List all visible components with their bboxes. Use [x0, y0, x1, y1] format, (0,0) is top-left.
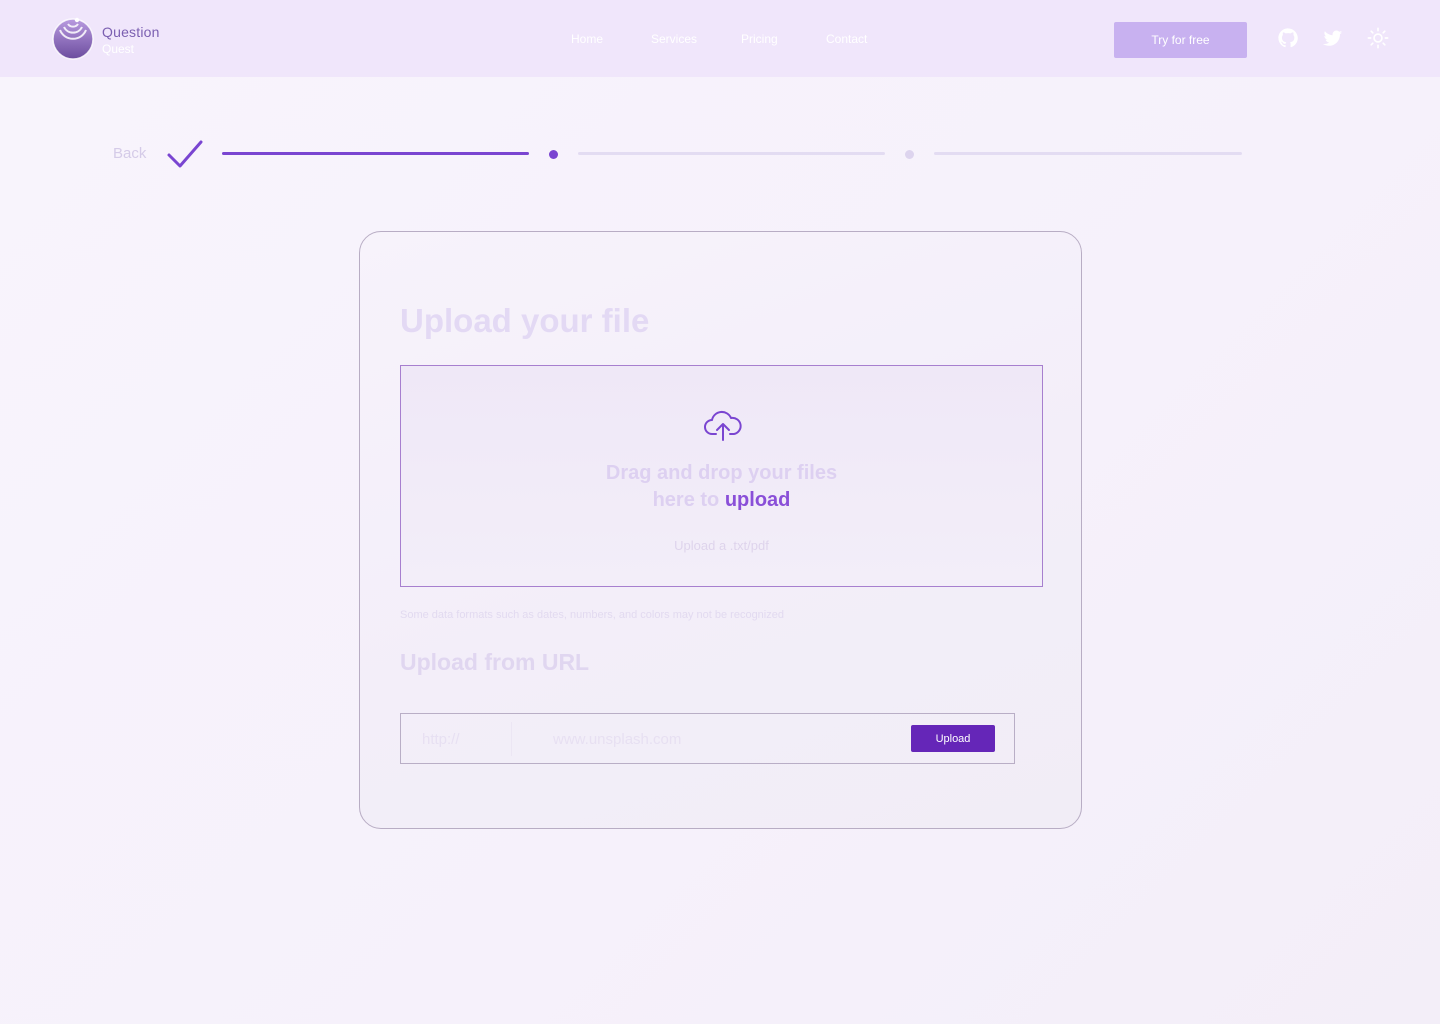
dropzone-instruction-prefix: here to: [652, 489, 725, 511]
upload-card: Upload your file Drag and drop your file…: [359, 231, 1082, 829]
logo-text-primary: Question: [102, 24, 160, 40]
url-protocol-prefix: http://: [422, 731, 460, 748]
dropzone-instruction: Drag and drop your files: [605, 462, 838, 484]
upload-link[interactable]: upload: [725, 489, 791, 511]
step-3-dot: [905, 150, 914, 159]
nav-home[interactable]: Home: [571, 32, 603, 46]
sun-icon[interactable]: [1367, 27, 1389, 49]
twitter-icon[interactable]: [1322, 27, 1344, 49]
nav-contact[interactable]: Contact: [826, 32, 867, 46]
logo[interactable]: Question Quest: [50, 14, 190, 62]
nav-services[interactable]: Services: [651, 32, 697, 46]
top-navbar: Question Quest Home Services Pricing Con…: [0, 0, 1440, 77]
github-icon[interactable]: [1277, 27, 1299, 49]
logo-text-secondary: Quest: [102, 42, 135, 56]
url-divider: [511, 722, 512, 756]
file-dropzone[interactable]: Drag and drop your files here to upload …: [400, 365, 1043, 587]
dropzone-instruction-line2: here to upload: [401, 489, 1042, 512]
step-2-dot: [549, 150, 558, 159]
upload-url-button[interactable]: Upload: [911, 725, 995, 752]
url-input[interactable]: [553, 724, 893, 754]
cloud-upload-icon: [704, 410, 742, 441]
logo-mark-icon: [52, 17, 94, 60]
format-note: Some data formats such as dates, numbers…: [400, 609, 784, 621]
upload-title: Upload your file: [400, 302, 650, 339]
step-3-line: [934, 152, 1242, 155]
back-link[interactable]: Back: [113, 145, 146, 162]
url-upload-field: http:// Upload: [400, 713, 1015, 764]
file-type-hint: Upload a .txt/pdf: [674, 538, 769, 553]
step-1-line: [222, 152, 529, 155]
nav-pricing[interactable]: Pricing: [741, 32, 778, 46]
step-2-line: [578, 152, 885, 155]
url-upload-title: Upload from URL: [400, 649, 590, 675]
try-for-free-button[interactable]: Try for free: [1114, 22, 1247, 58]
checkmark-icon: [167, 140, 203, 168]
